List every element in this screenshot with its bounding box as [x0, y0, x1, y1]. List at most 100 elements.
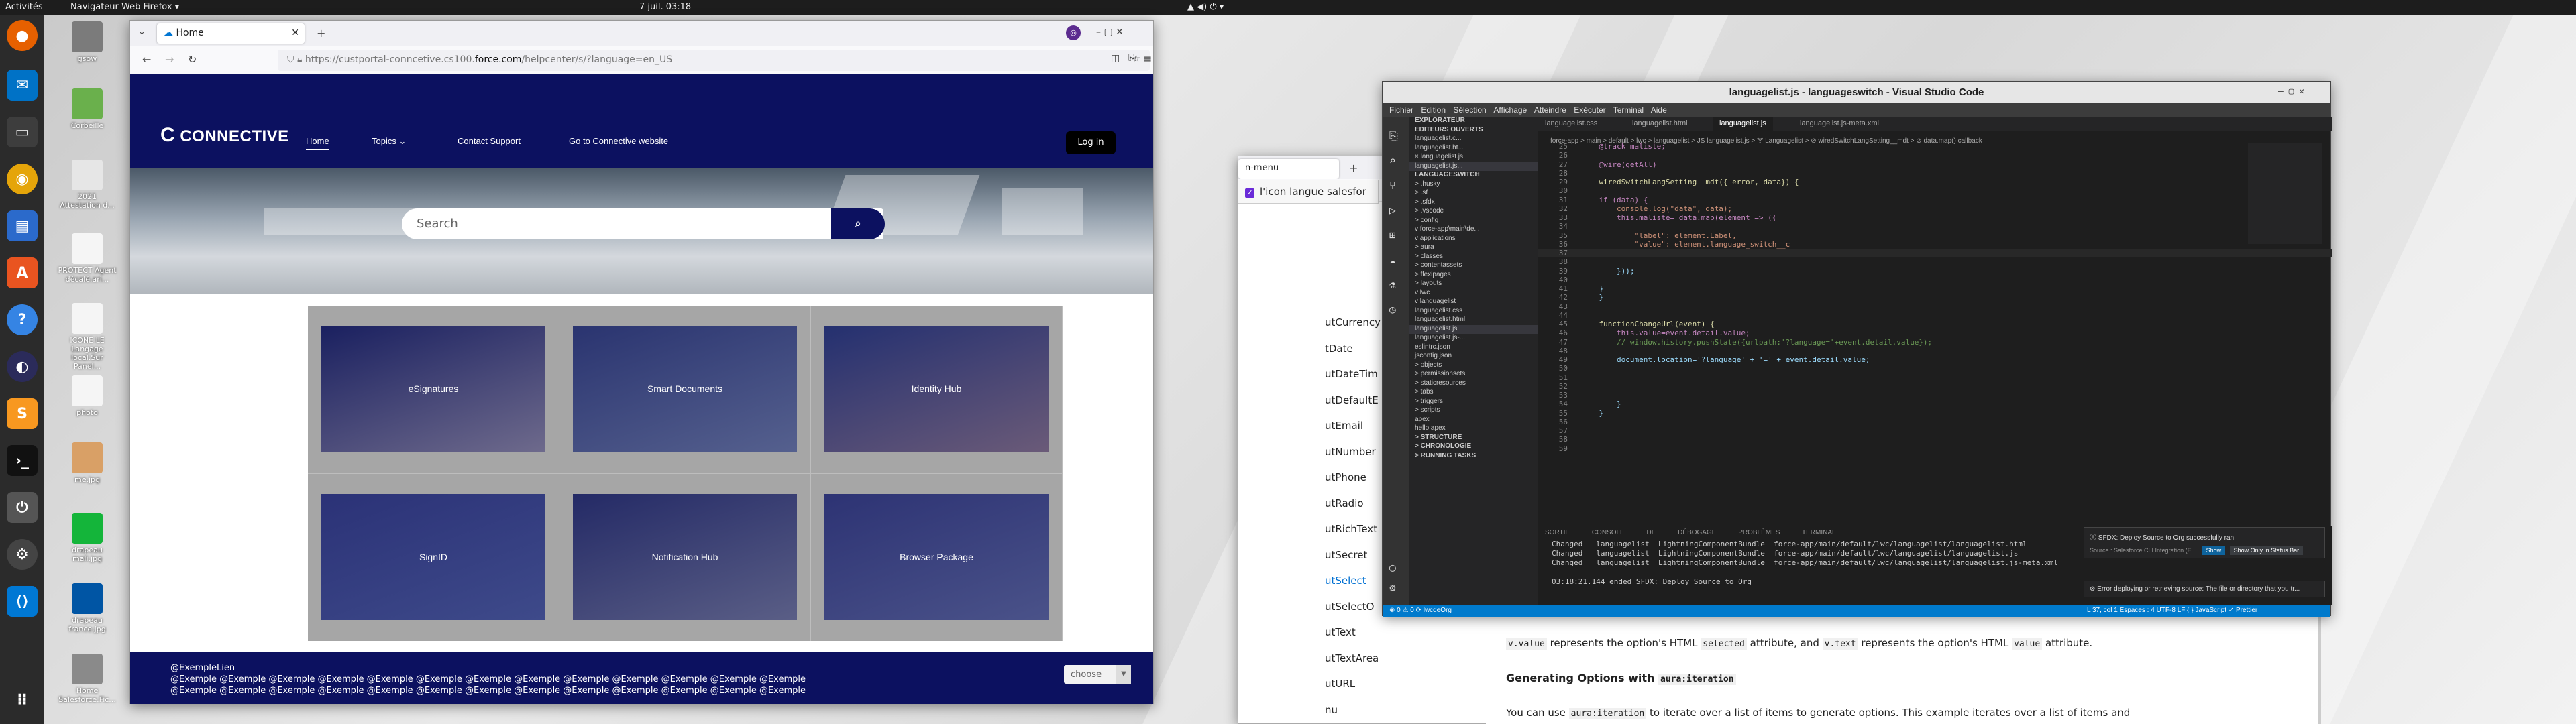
- desktop-icon[interactable]: gsow: [57, 21, 117, 63]
- explorer-item[interactable]: v languagelist: [1409, 298, 1538, 307]
- explorer-item[interactable]: > .sf: [1409, 189, 1538, 198]
- show-apps-icon[interactable]: ⠿: [7, 685, 38, 716]
- search-button[interactable]: ⌕: [831, 208, 885, 239]
- explorer-item[interactable]: > .husky: [1409, 180, 1538, 190]
- lock-icon[interactable]: 🔒︎: [297, 54, 302, 65]
- settings-icon[interactable]: ⚙: [7, 539, 38, 570]
- explorer-item[interactable]: EXPLORATEUR: [1409, 117, 1538, 126]
- explorer-item[interactable]: eslintrc.json: [1409, 343, 1538, 353]
- explorer-item[interactable]: > scripts: [1409, 406, 1538, 416]
- forward-icon[interactable]: →: [165, 53, 174, 66]
- notification-status-bar-button[interactable]: Show Only in Status Bar: [2229, 546, 2304, 555]
- editor-tab[interactable]: languagelist.js: [1713, 117, 1773, 131]
- desktop-icon[interactable]: 2021 Attestation d...: [57, 160, 117, 210]
- pocket-icon[interactable]: ◫: [1111, 53, 1120, 64]
- nav-connective-website[interactable]: Go to Connective website: [569, 136, 668, 146]
- explorer-item[interactable]: > CHRONOLOGIE: [1409, 442, 1538, 452]
- activities-button[interactable]: Activités: [5, 2, 43, 12]
- explorer-item[interactable]: v lwc: [1409, 289, 1538, 298]
- vscode-window-controls[interactable]: – ▢ ✕: [2278, 86, 2304, 97]
- tab-menu[interactable]: n-menu: [1238, 159, 1339, 179]
- minimap[interactable]: [2248, 143, 2322, 244]
- explorer-item[interactable]: apex: [1409, 416, 1538, 425]
- desktop-icon[interactable]: drapeau mali.jpg: [57, 513, 117, 563]
- explorer-item[interactable]: languagelist.c...: [1409, 135, 1538, 144]
- language-select[interactable]: choose ▼: [1064, 665, 1131, 684]
- files-icon[interactable]: ▭: [7, 117, 38, 147]
- breadcrumb[interactable]: force-app > main > default > lwc > langu…: [1538, 131, 2332, 145]
- footer-link[interactable]: @ExempleLien: [170, 662, 1113, 674]
- explorer-item[interactable]: > contentassets: [1409, 261, 1538, 271]
- explorer-item[interactable]: > tabs: [1409, 388, 1538, 398]
- explorer-item[interactable]: > staticresources: [1409, 379, 1538, 389]
- shield-icon[interactable]: ⛉: [287, 54, 294, 65]
- desktop-icon[interactable]: photo: [57, 375, 117, 417]
- explorer-item[interactable]: > STRUCTURE: [1409, 434, 1538, 443]
- nav-home[interactable]: Home: [306, 136, 329, 150]
- explorer-item[interactable]: languagelist.js...: [1409, 162, 1538, 171]
- menu-icon[interactable]: ≡: [1143, 52, 1152, 65]
- explorer-item[interactable]: > flexipages: [1409, 271, 1538, 280]
- eclipse-icon[interactable]: ◐: [7, 351, 38, 382]
- vscode-icon[interactable]: ⟨⟩: [7, 586, 38, 617]
- reload-icon[interactable]: ↻: [188, 53, 197, 66]
- component-list-item[interactable]: utTextArea: [1325, 652, 1419, 678]
- notification-show-button[interactable]: Show: [2202, 546, 2226, 555]
- explorer-item[interactable]: v applications: [1409, 235, 1538, 244]
- nav-contact-support[interactable]: Contact Support: [458, 136, 521, 146]
- explorer-item[interactable]: languagelist.html: [1409, 316, 1538, 325]
- system-tray[interactable]: ▲ ◀) ⏻ ▾: [1187, 2, 1224, 12]
- window-controls[interactable]: – ▢ ✕: [1096, 27, 1124, 38]
- site-logo[interactable]: C CONNECTIVE: [160, 124, 289, 147]
- tab-home[interactable]: ☁ Home ✕: [157, 23, 305, 44]
- checkbox-dialog[interactable]: ✓ l'icon langue salesfor: [1238, 180, 1379, 204]
- new-tab-icon[interactable]: +: [317, 27, 325, 40]
- account-settings-icons[interactable]: ◯ ⚙: [1389, 558, 1396, 598]
- explorer-item[interactable]: languagelist.js: [1409, 324, 1538, 334]
- url-bar[interactable]: ⛉ 🔒︎ https://custportal-conncetive.cs100…: [278, 50, 1150, 71]
- explorer-item[interactable]: > RUNNING TASKS: [1409, 452, 1538, 461]
- desktop-icon[interactable]: Corbeille: [57, 88, 117, 130]
- product-tile[interactable]: Notification Hub: [559, 474, 810, 641]
- explorer-item[interactable]: > config: [1409, 217, 1538, 226]
- rhythmbox-icon[interactable]: ◉: [7, 164, 38, 194]
- product-tile[interactable]: Identity Hub: [811, 306, 1062, 473]
- product-tile[interactable]: SignID: [308, 474, 559, 641]
- explorer-item[interactable]: LANGUAGESWITCH: [1409, 171, 1538, 180]
- terminal-icon[interactable]: ›_: [7, 445, 38, 476]
- checkbox-checked-icon[interactable]: ✓: [1245, 188, 1254, 198]
- code-editor[interactable]: 25 @track maliste; 26 27 @wire(getAll) 28 29…: [1538, 142, 2332, 464]
- login-button[interactable]: Log in: [1066, 131, 1116, 154]
- status-right[interactable]: L 37, col 1 Espaces : 4 UTF-8 LF { } Jav…: [2087, 607, 2257, 614]
- tab-list-icon[interactable]: ⌄: [138, 27, 146, 37]
- component-list-item[interactable]: utURL: [1325, 678, 1419, 704]
- explorer-item[interactable]: > layouts: [1409, 280, 1538, 289]
- editor-tab[interactable]: languagelist.css: [1538, 117, 1604, 131]
- explorer-item[interactable]: > permissionsets: [1409, 370, 1538, 379]
- product-tile[interactable]: Browser Package: [811, 474, 1062, 641]
- explorer-item[interactable]: languagelist.ht...: [1409, 144, 1538, 154]
- new-tab-icon[interactable]: +: [1349, 162, 1358, 174]
- explorer-item[interactable]: > triggers: [1409, 398, 1538, 407]
- close-tab-icon[interactable]: ✕: [291, 27, 299, 38]
- notification-error[interactable]: ⊗ Error deploying or retrieving source: …: [2084, 581, 2325, 597]
- product-tile[interactable]: eSignatures: [308, 306, 559, 473]
- desktop-icon[interactable]: ICONE LE Langage local.Sur Panel...: [57, 303, 117, 371]
- editor-tab[interactable]: languagelist.html: [1625, 117, 1695, 131]
- desktop-icon[interactable]: drapeau france.jpg: [57, 583, 117, 634]
- explorer-item[interactable]: × languagelist.js: [1409, 153, 1538, 162]
- help-icon[interactable]: ?: [7, 304, 38, 335]
- footer-line-2[interactable]: @Exemple @Exemple @Exemple @Exemple @Exe…: [170, 685, 1113, 697]
- explorer-item[interactable]: > .vscode: [1409, 207, 1538, 217]
- sublime-icon[interactable]: S: [7, 398, 38, 429]
- back-icon[interactable]: ←: [142, 53, 151, 66]
- usb-icon[interactable]: ⏻: [7, 492, 38, 523]
- desktop-icon[interactable]: PROTECT Agent décalé.ari...: [57, 233, 117, 284]
- thunderbird-icon[interactable]: ✉: [7, 70, 38, 101]
- explorer-item[interactable]: > classes: [1409, 253, 1538, 262]
- app-menu[interactable]: Navigateur Web Firefox ▾: [70, 2, 179, 12]
- nav-topics[interactable]: Topics ⌄: [372, 136, 406, 147]
- component-list-item[interactable]: utText: [1325, 626, 1419, 652]
- desktop-icon[interactable]: me.jpg: [57, 442, 117, 484]
- explorer-item[interactable]: > objects: [1409, 361, 1538, 371]
